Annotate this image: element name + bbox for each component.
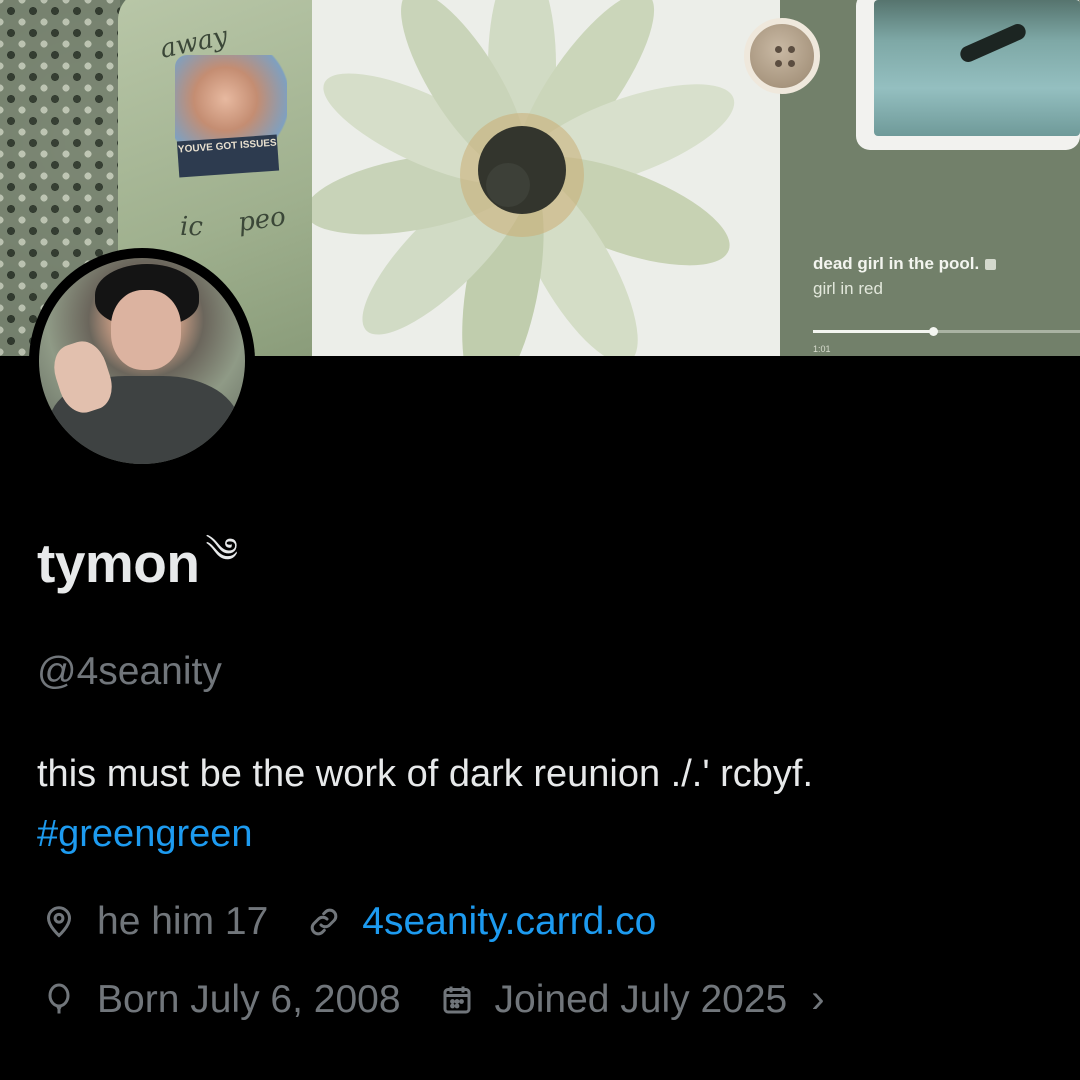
profile-bio: this must be the work of dark reunion ./… bbox=[37, 744, 1057, 864]
calendar-icon bbox=[435, 978, 479, 1022]
display-name-row: tymon ༄ bbox=[37, 530, 238, 596]
location-item: he him 17 bbox=[37, 900, 268, 944]
website-link[interactable]: 4seanity.carrd.co bbox=[362, 900, 656, 944]
bio-text: this must be the work of dark reunion ./… bbox=[37, 753, 814, 795]
explicit-badge-icon bbox=[985, 259, 997, 271]
avatar-face bbox=[111, 290, 181, 370]
progress-fill bbox=[813, 330, 934, 333]
now-playing-title: dead girl in the pool. bbox=[813, 254, 997, 274]
pool-photo bbox=[874, 0, 1080, 136]
location-text: he him 17 bbox=[97, 900, 269, 943]
profile-meta-row-2: Born July 6, 2008 Joined July 2025 › bbox=[37, 977, 825, 1022]
profile-meta-row-1: he him 17 4seanity.carrd.co bbox=[37, 900, 656, 944]
user-handle: @4seanity bbox=[37, 650, 222, 693]
location-pin-icon bbox=[37, 900, 81, 944]
flower-illustration bbox=[312, 0, 780, 356]
now-playing-artist: girl in red bbox=[813, 279, 883, 298]
joined-text: Joined July 2025 bbox=[494, 977, 788, 1021]
now-playing-time: 1:01 bbox=[813, 344, 831, 354]
shirt-tag-text: YOUVE GOT ISSUES bbox=[176, 134, 280, 178]
now-playing-progress bbox=[813, 327, 1080, 336]
sewing-button bbox=[744, 18, 820, 94]
link-icon bbox=[302, 900, 346, 944]
joined-item: Joined July 2025 bbox=[435, 977, 788, 1022]
balloon-icon bbox=[37, 978, 81, 1022]
chevron-right-icon[interactable]: › bbox=[811, 977, 824, 1022]
banner-flower-photo bbox=[312, 0, 780, 356]
avatar-photo bbox=[39, 258, 245, 464]
shirt-scribble-ic: ic bbox=[180, 212, 203, 242]
display-name: tymon bbox=[37, 532, 200, 594]
name-emoji: ༄ bbox=[205, 532, 238, 570]
birthday-item: Born July 6, 2008 bbox=[37, 978, 401, 1022]
birthday-text: Born July 6, 2008 bbox=[97, 977, 401, 1021]
profile-avatar[interactable] bbox=[29, 248, 255, 474]
website-item[interactable]: 4seanity.carrd.co bbox=[302, 900, 656, 944]
bio-hashtag-link[interactable]: #greengreen bbox=[37, 813, 253, 855]
